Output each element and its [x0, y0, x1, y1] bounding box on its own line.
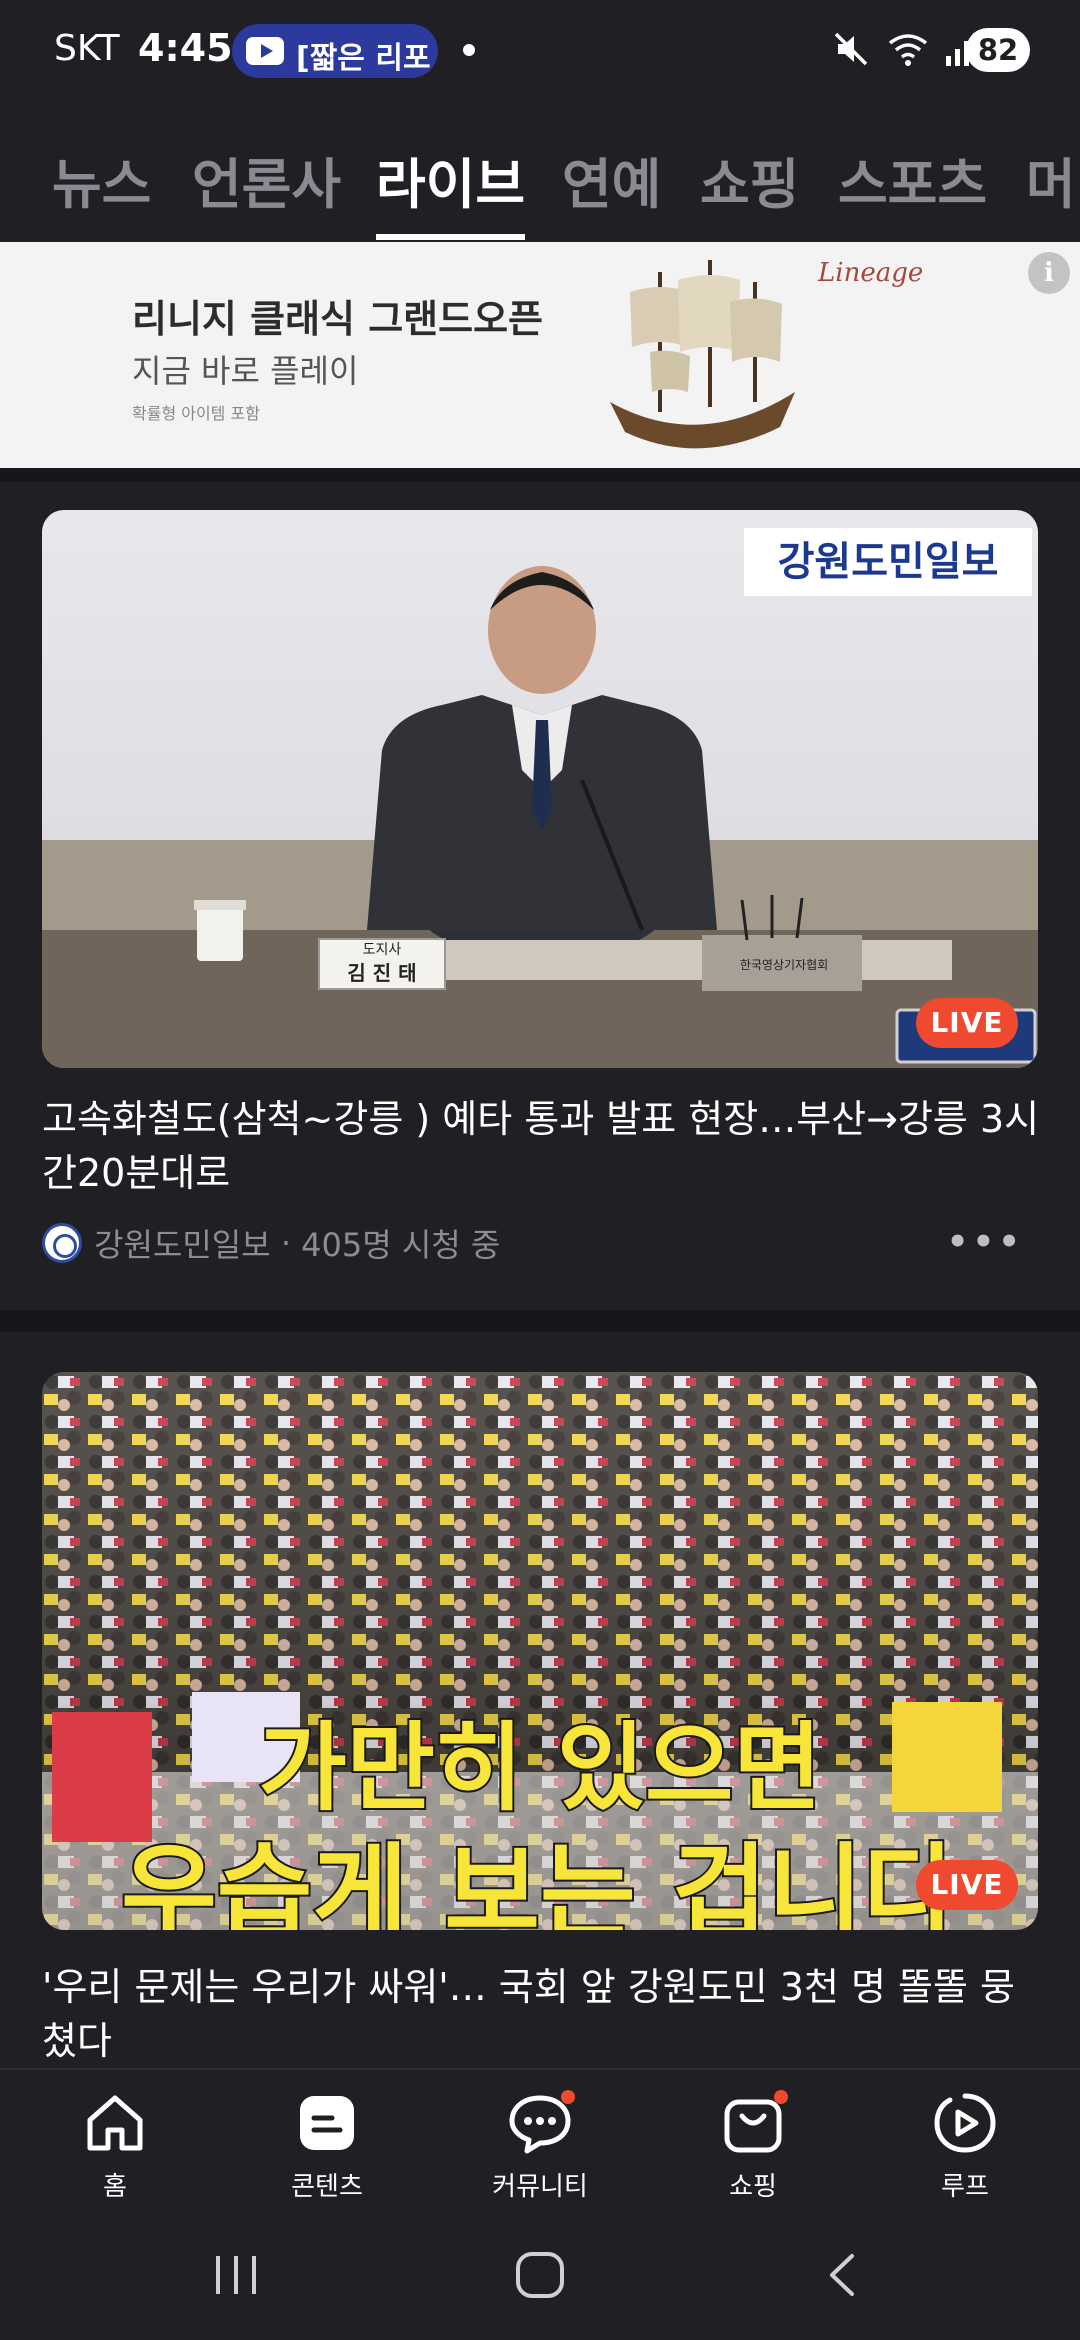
section-divider	[0, 468, 1080, 482]
nav-loop[interactable]: 루프	[890, 2088, 1040, 2203]
video-title[interactable]: 고속화철도(삼척~강릉 ) 예타 통과 발표 현장…부산→강릉 3시간20분대로	[42, 1092, 1042, 1200]
viewer-count: 405명 시청 중	[301, 1226, 501, 1264]
tab-press[interactable]: 언론사	[192, 140, 341, 240]
section-divider	[0, 1310, 1080, 1332]
nav-home[interactable]: 홈	[40, 2088, 190, 2203]
live-badge: LIVE	[916, 1860, 1018, 1910]
home-icon	[80, 2088, 150, 2158]
status-icons	[832, 30, 978, 68]
notification-dot-icon	[463, 44, 475, 56]
channel-meta: 강원도민일보 · 405명 시청 중	[42, 1220, 500, 1266]
carrier-label: SKT	[54, 28, 120, 69]
mute-icon	[834, 32, 868, 66]
notification-text: [짧은 리포	[296, 41, 431, 76]
ad-title: 리니지 클래식 그랜드오픈	[132, 297, 544, 341]
recent-apps-icon[interactable]	[212, 2250, 260, 2300]
caption-line-2: 우습게 보는 겁니다	[119, 1830, 961, 1930]
back-icon[interactable]	[822, 2250, 862, 2300]
nav-label: 쇼핑	[729, 2172, 777, 2202]
live-card[interactable]: 가만히 있으면 우습게 보는 겁니다 LIVE '우리 문제는 우리가 싸워'……	[0, 1372, 1080, 2072]
video-thumbnail[interactable]: 가만히 있으면 우습게 보는 겁니다 LIVE	[42, 1372, 1038, 1930]
tab-live[interactable]: 라이브	[376, 140, 526, 240]
tab-sports[interactable]: 스포츠	[838, 140, 987, 240]
channel-name[interactable]: 강원도민일보	[94, 1220, 271, 1266]
shopping-bag-icon	[718, 2088, 788, 2158]
channel-avatar-icon[interactable]	[42, 1223, 82, 1263]
meta-separator: ·	[270, 1224, 302, 1262]
system-navigation-bar	[0, 2210, 1080, 2340]
nav-community[interactable]: 커뮤니티	[465, 2088, 615, 2203]
nav-label: 콘텐츠	[291, 2172, 363, 2202]
ad-disclaimer: 확률형 아이템 포함	[132, 404, 260, 423]
category-tabs: 뉴스 언론사 라이브 연예 쇼핑 스포츠 머니	[0, 120, 1080, 242]
ship-illustration	[610, 260, 795, 449]
youtube-notification-pill[interactable]: [짧은 리포	[232, 24, 438, 78]
lineage-logo: Lineage	[818, 258, 924, 288]
desk-sign: 한국영상기자협회	[739, 958, 829, 972]
nav-label: 루프	[941, 2172, 989, 2202]
live-card[interactable]: 도지사 김 진 태 한국영상기자협회 강원도민일보 LIVE 고속화철도(삼척~…	[0, 510, 1080, 1310]
notification-dot-icon	[561, 2090, 575, 2104]
clock: 4:45	[138, 26, 233, 70]
tab-money[interactable]: 머니	[1026, 140, 1080, 240]
broadcaster-logo: 강원도민일보	[744, 528, 1032, 596]
contents-icon	[292, 2088, 362, 2158]
tab-entertainment[interactable]: 연예	[562, 140, 661, 240]
tab-news[interactable]: 뉴스	[52, 140, 151, 240]
nameplate: 도지사 김 진 태	[318, 938, 446, 990]
nav-contents[interactable]: 콘텐츠	[252, 2088, 402, 2203]
bottom-navigation: 홈 콘텐츠 커뮤니티 쇼핑 루프	[0, 2068, 1080, 2210]
live-badge: LIVE	[916, 998, 1018, 1048]
battery-indicator: 82	[966, 28, 1030, 72]
ad-banner[interactable]: 리니지 클래식 그랜드오픈 지금 바로 플레이 확률형 아이템 포함 Linea…	[0, 242, 1080, 468]
wifi-icon	[888, 34, 928, 66]
youtube-icon	[246, 37, 284, 65]
nameplate-title: 도지사	[362, 942, 402, 958]
notification-dot-icon	[774, 2090, 788, 2104]
nav-shopping[interactable]: 쇼핑	[678, 2088, 828, 2203]
rally-crowd-scene: 가만히 있으면 우습게 보는 겁니다	[42, 1372, 1038, 1930]
nameplate-name: 김 진 태	[347, 961, 417, 985]
home-button-icon[interactable]	[512, 2250, 568, 2300]
loop-icon	[930, 2088, 1000, 2158]
video-thumbnail[interactable]: 도지사 김 진 태 한국영상기자협회 강원도민일보 LIVE	[42, 510, 1038, 1068]
ad-subtitle: 지금 바로 플레이	[132, 352, 359, 390]
video-title[interactable]: '우리 문제는 우리가 싸워'… 국회 앞 강원도민 3천 명 똘똘 뭉쳤다	[42, 1960, 1042, 2068]
nav-label: 홈	[103, 2172, 127, 2202]
community-icon	[505, 2088, 575, 2158]
more-options-icon[interactable]: •••	[947, 1222, 1024, 1262]
tab-shopping[interactable]: 쇼핑	[700, 140, 799, 240]
info-icon[interactable]: i	[1028, 252, 1070, 294]
nav-label: 커뮤니티	[492, 2172, 588, 2202]
status-bar: SKT 4:45 [짧은 리포 82	[0, 0, 1080, 100]
